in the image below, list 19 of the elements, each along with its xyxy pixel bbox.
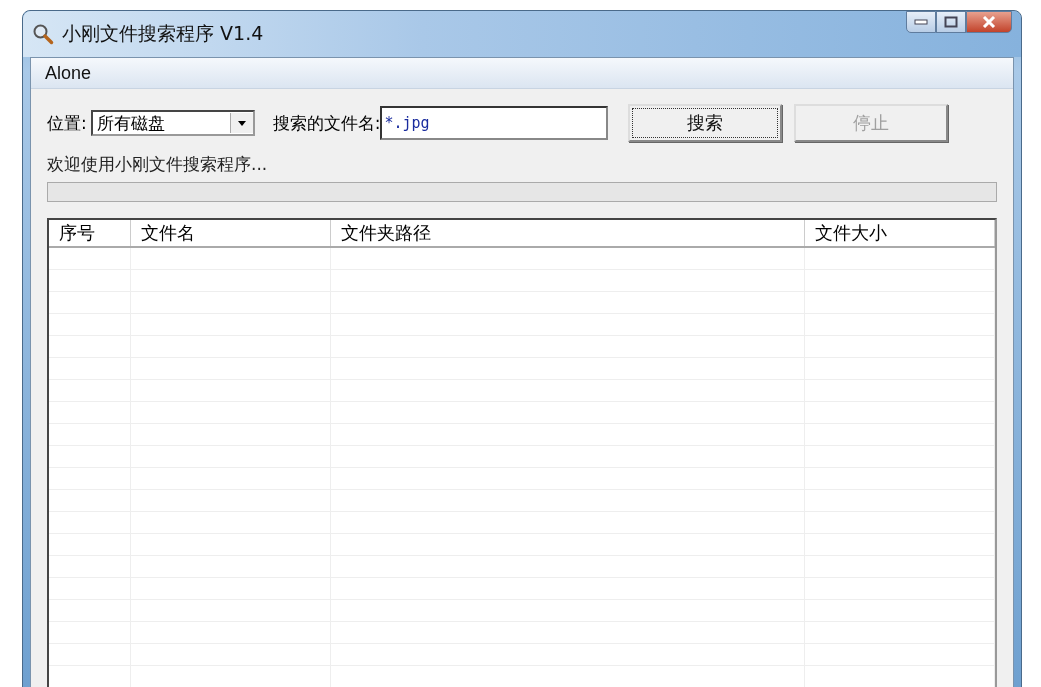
close-button[interactable] xyxy=(966,11,1012,33)
location-dropdown[interactable]: 所有磁盘 xyxy=(90,110,255,136)
column-header[interactable]: 序号 xyxy=(49,220,131,246)
maximize-icon xyxy=(944,16,958,28)
column-header[interactable]: 文件大小 xyxy=(805,220,995,246)
action-button[interactable]: 搜索 xyxy=(628,104,783,142)
status-text: 欢迎使用小刚文件搜索程序... xyxy=(47,153,269,176)
column-header[interactable]: 文件名 xyxy=(131,220,331,246)
column-header[interactable]: 文件夹路径 xyxy=(331,220,805,246)
menu-item[interactable]: Alone xyxy=(45,62,92,84)
filename-label: 搜索的文件名: xyxy=(272,111,381,135)
location-label: 位置: xyxy=(47,111,87,135)
window-title: 小刚文件搜索程序 V1.4 xyxy=(62,21,264,46)
magnifier-icon xyxy=(32,23,54,45)
minimize-icon xyxy=(914,19,928,25)
maximize-button[interactable] xyxy=(936,11,966,33)
close-icon xyxy=(982,16,996,28)
filename-input-field[interactable]: *.jpg xyxy=(380,106,609,140)
minimize-button[interactable] xyxy=(906,11,936,33)
